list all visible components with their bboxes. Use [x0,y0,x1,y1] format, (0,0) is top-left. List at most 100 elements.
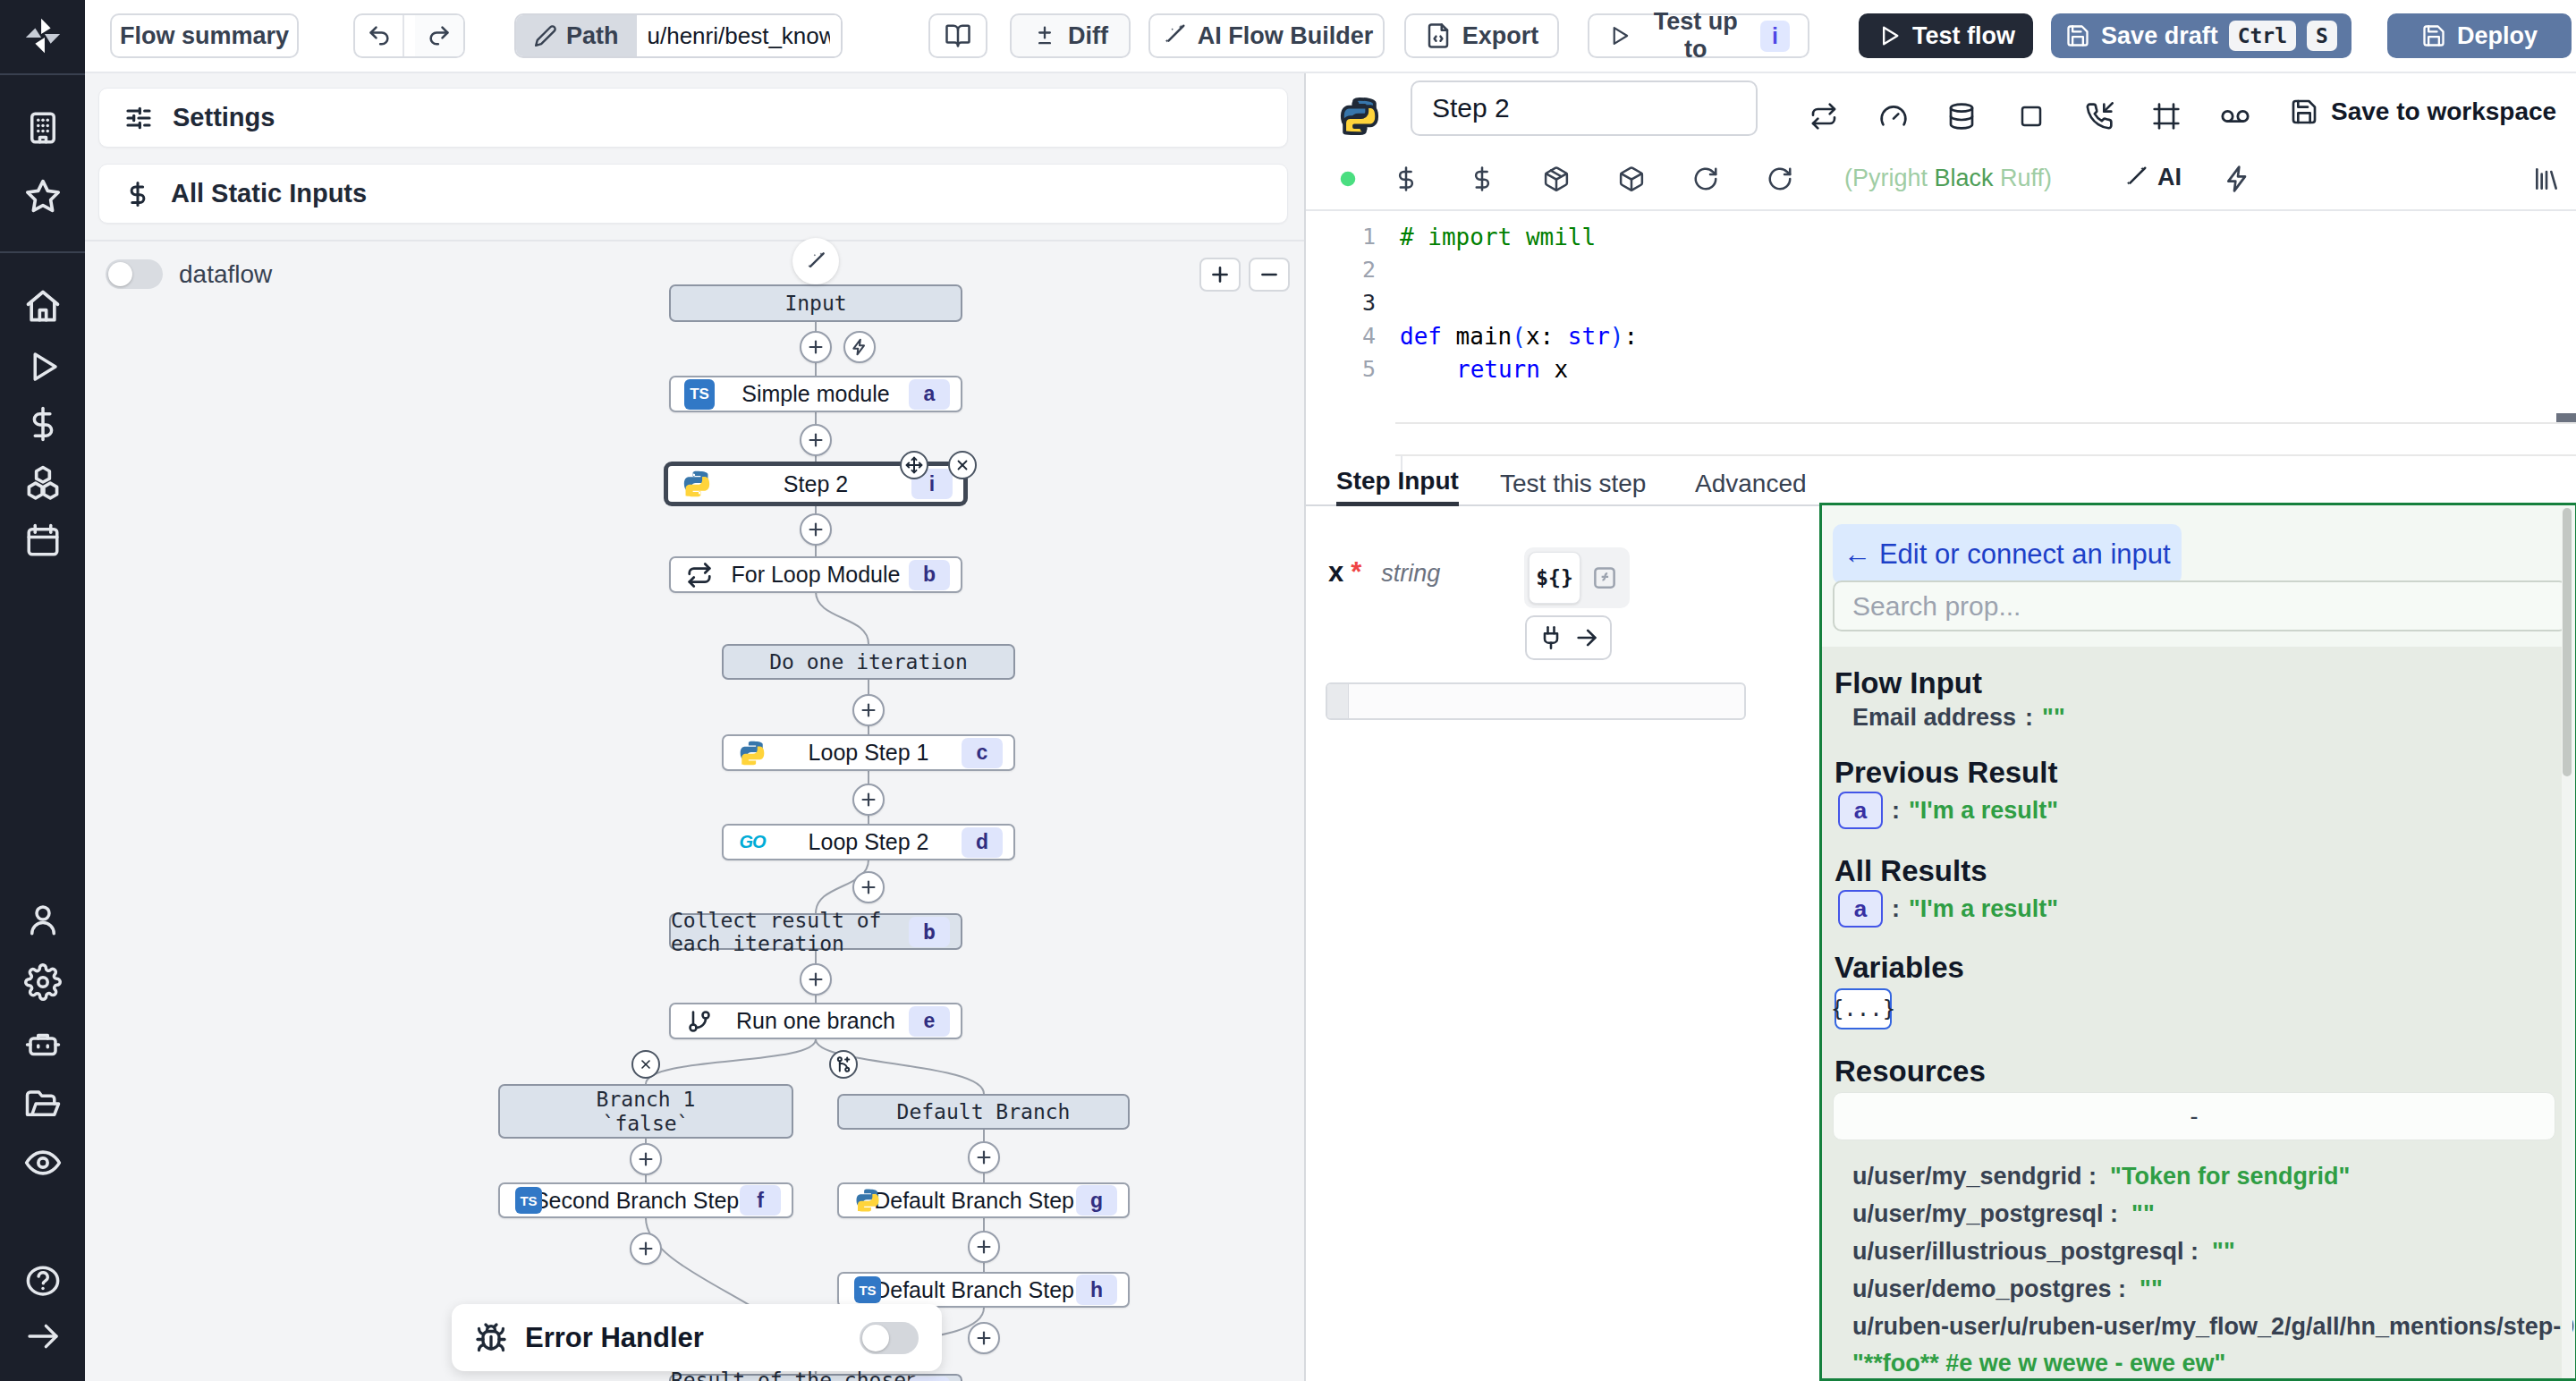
library-icon[interactable] [2532,165,2561,193]
tab-step-input[interactable]: Step Input [1336,461,1459,506]
workspace-icon[interactable] [24,109,62,147]
zap-icon[interactable] [2224,165,2252,193]
users-icon[interactable] [24,901,62,938]
node-do-one-iteration[interactable]: Do one iteration [722,644,1015,680]
resources-icon[interactable] [23,462,63,502]
node-default-branch-step-1[interactable]: Default Branch Step 1 g [837,1182,1130,1218]
reload-icon[interactable] [1692,165,1719,192]
node-branch-1[interactable]: Branch 1 `false` [498,1084,793,1139]
variables-icon[interactable] [24,405,62,443]
resource-row[interactable]: u/user/my_postgresql : "" [1852,1196,2550,1233]
folders-icon[interactable] [24,1085,62,1123]
add-step-button[interactable] [800,513,832,546]
audit-eye-icon[interactable] [23,1143,63,1182]
windmill-logo-icon[interactable] [22,15,64,56]
node-default-branch-step-2[interactable]: TS Default Branch Step 2 h [837,1272,1130,1308]
resource-row[interactable]: u/ruben-user/u/ruben-user/my_flow_2/g/al… [1852,1309,2550,1381]
all-results-row[interactable]: a : "I'm a result" [1838,890,2058,928]
diff-button[interactable]: Diff [1010,13,1131,58]
add-step-button[interactable] [968,1322,1000,1354]
schedules-icon[interactable] [24,521,62,559]
path-input[interactable] [637,15,841,56]
remove-branch-button[interactable] [631,1050,660,1079]
scrollbar[interactable] [2562,508,2572,1381]
add-branch-button[interactable] [829,1050,858,1079]
move-node-button[interactable] [900,451,928,479]
home-icon[interactable] [23,287,63,326]
node-run-one-branch[interactable]: Run one branch e [669,1003,962,1039]
step-name-input[interactable] [1411,80,1758,136]
tab-advanced[interactable]: Advanced [1695,461,1807,506]
connect-input-button[interactable] [1525,615,1612,660]
add-step-button[interactable] [800,963,832,996]
package-icon[interactable] [1618,165,1645,192]
test-flow-button[interactable]: Test flow [1859,13,2033,58]
node-second-branch-step-1[interactable]: TS Second Branch Step 1 f [498,1182,793,1218]
node-input[interactable]: Input [669,284,962,322]
back-to-edit-button[interactable]: ← Edit or connect an input [1833,524,2182,584]
node-default-branch[interactable]: Default Branch [837,1094,1130,1130]
export-button[interactable]: Export [1404,13,1559,58]
save-to-workspace-button[interactable]: Save to workspace [2290,97,2556,126]
add-trigger-bolt-button[interactable] [843,331,876,363]
error-handler-card[interactable]: Error Handler [452,1304,942,1371]
resources-filter[interactable]: - [1833,1092,2555,1140]
flow-summary-button[interactable]: Flow summary [110,13,299,58]
flow-ai-wand-button[interactable] [792,238,839,284]
node-loop-step-1[interactable]: Loop Step 1 c [722,734,1015,771]
test-up-to-button[interactable]: Test up to i [1588,13,1809,58]
static-inputs-icon[interactable] [1469,165,1496,192]
add-step-button[interactable] [852,871,885,903]
variables-badge[interactable]: {...} [1835,988,1892,1029]
template-mode-button[interactable]: ${} [1529,552,1580,604]
favorites-star-icon[interactable] [23,177,63,216]
save-draft-button[interactable]: Save draft Ctrl S [2051,13,2351,58]
node-result[interactable]: Result of the chosen branch a [669,1374,962,1381]
docs-book-button[interactable] [928,13,987,58]
deploy-button[interactable]: Deploy [2387,13,2572,58]
flow-input-row[interactable]: Email address : "" [1852,704,2065,732]
node-for-loop[interactable]: For Loop Module b [669,556,962,593]
delete-node-button[interactable] [948,451,977,479]
add-step-button[interactable] [968,1231,1000,1263]
package-icon[interactable] [1543,165,1570,192]
error-handler-toggle[interactable] [860,1322,919,1354]
add-step-button[interactable] [852,784,885,816]
add-step-button[interactable] [800,424,832,456]
redo-button[interactable] [415,15,463,56]
code-editor[interactable]: 1# import wmill 2 3 4 def main(x: str): … [1306,209,2576,461]
gauge-icon[interactable] [1879,102,1908,131]
workers-icon[interactable] [24,1026,62,1063]
cache-icon[interactable] [1809,102,1838,131]
arg-value-input[interactable] [1326,682,1746,720]
ai-assistant-button[interactable]: AI [2122,164,2182,191]
prop-search-input[interactable] [1833,580,2568,631]
node-loop-step-2[interactable]: GO Loop Step 2 d [722,824,1015,860]
add-step-button[interactable] [800,331,832,363]
voicemail-icon[interactable] [2220,101,2250,131]
concurrency-icon[interactable] [2018,103,2045,130]
resource-row[interactable]: u/user/illustrious_postgresql : "" [1852,1233,2550,1270]
database-icon[interactable] [1947,102,1976,131]
runs-icon[interactable] [24,348,62,385]
undo-button[interactable] [355,15,404,56]
settings-gear-icon[interactable] [24,963,62,1001]
previous-result-row[interactable]: a : "I'm a result" [1838,792,2058,829]
path-button[interactable]: Path [516,15,637,56]
add-step-button[interactable] [968,1141,1000,1173]
add-step-button[interactable] [630,1233,662,1265]
reload-icon[interactable] [1767,165,1793,192]
tab-test-this-step[interactable]: Test this step [1500,461,1646,506]
resource-row[interactable]: u/user/my_sendgrid : "Token for sendgrid… [1852,1158,2550,1195]
node-collect-result[interactable]: Collect result of each iteration b [669,913,962,950]
add-step-button[interactable] [630,1143,662,1175]
frame-icon[interactable] [2152,102,2181,131]
ai-flow-builder-button[interactable]: AI Flow Builder [1148,13,1385,58]
help-icon[interactable] [24,1262,62,1300]
call-icon[interactable] [2085,102,2114,131]
static-inputs-icon[interactable] [1393,165,1419,192]
resource-row[interactable]: u/user/demo_postgres : "" [1852,1271,2550,1308]
collapse-arrow-icon[interactable] [25,1318,61,1354]
function-mode-button[interactable] [1584,552,1625,604]
node-simple-module[interactable]: TS Simple module a [669,376,962,412]
